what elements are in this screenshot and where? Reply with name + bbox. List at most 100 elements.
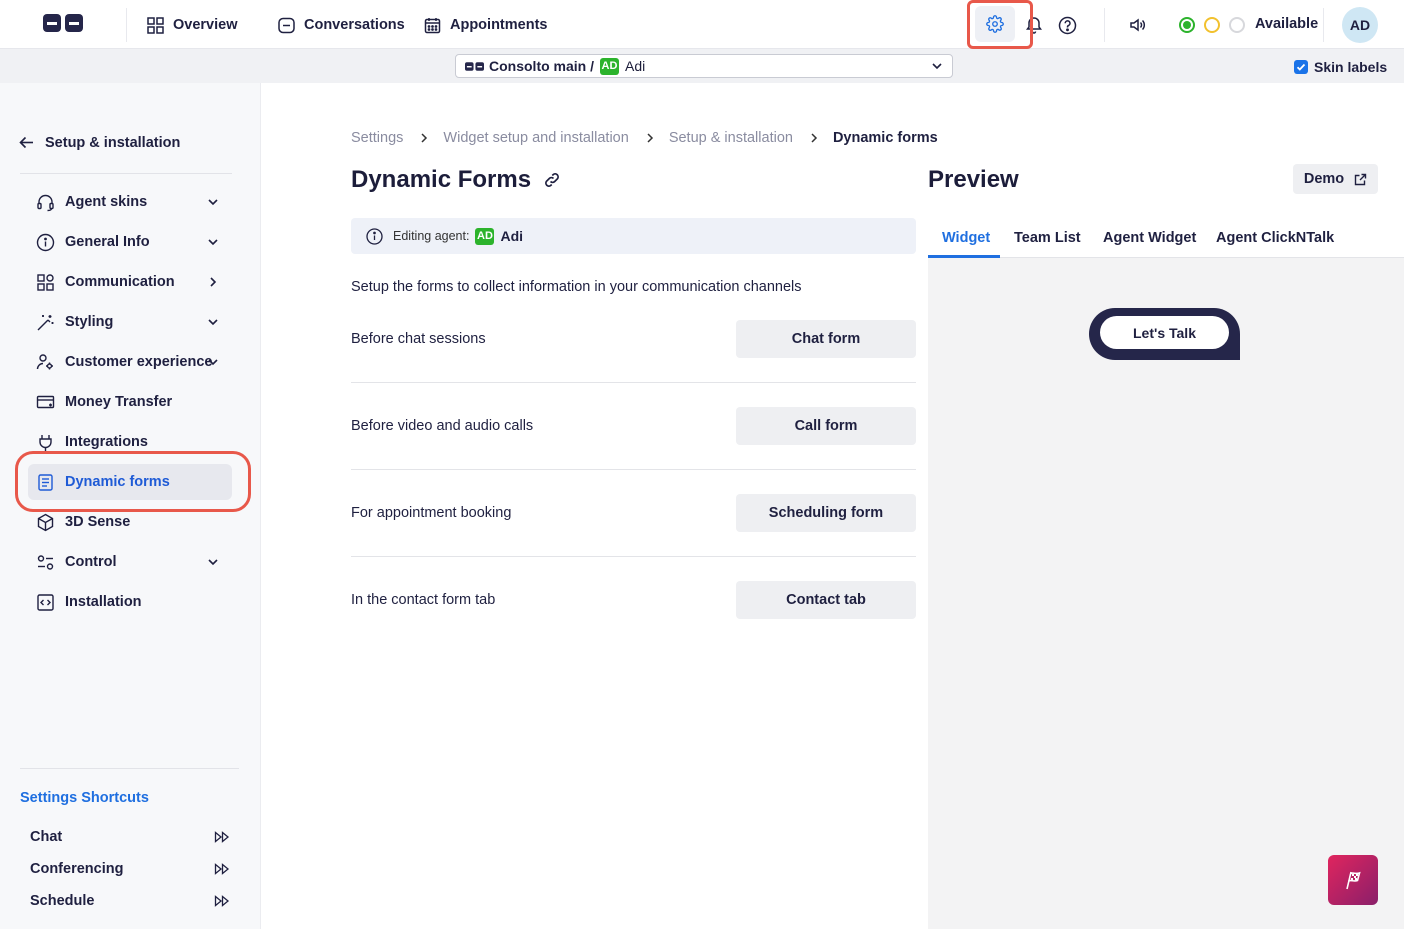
sidebar-item-communication[interactable]: Communication [28, 264, 232, 300]
chevron-right-icon [645, 132, 655, 144]
checkered-flag-icon [1342, 869, 1364, 891]
editing-agent-notice: Editing agent: AD Adi [351, 218, 916, 254]
breadcrumb-settings[interactable]: Settings [351, 130, 403, 146]
nav-appointments[interactable]: Appointments [424, 14, 547, 36]
form-row-label: For appointment booking [351, 505, 512, 521]
chevron-down-icon[interactable] [204, 553, 222, 571]
chevron-down-icon[interactable] [204, 233, 222, 251]
arrow-left-icon [18, 134, 35, 151]
settings-sidebar: Setup & installation Agent skins General… [0, 83, 261, 929]
breadcrumb-widget-setup[interactable]: Widget setup and installation [443, 130, 628, 146]
page-title-text: Dynamic Forms [351, 166, 532, 193]
agent-bar: Consolto main / AD Adi Skin labels [0, 49, 1404, 83]
divider [1323, 8, 1324, 42]
divider [1104, 8, 1105, 42]
form-row-label: In the contact form tab [351, 592, 496, 608]
calendar-icon [424, 17, 441, 34]
toggle-icon [36, 553, 55, 572]
lets-talk-button[interactable]: Let's Talk [1100, 316, 1229, 349]
chat-form-button[interactable]: Chat form [736, 320, 916, 358]
form-row-label: Before video and audio calls [351, 418, 534, 434]
chevron-down-icon[interactable] [204, 193, 222, 211]
speaker-icon[interactable] [1127, 15, 1147, 35]
consolto-logo [465, 61, 484, 71]
bell-icon[interactable] [1024, 15, 1044, 35]
cube-icon [36, 513, 55, 532]
tab-widget[interactable]: Widget [942, 218, 990, 258]
nav-label: Overview [173, 17, 238, 33]
divider [351, 469, 916, 470]
plug-icon [36, 433, 55, 452]
divider [351, 382, 916, 383]
sidebar-item-3d-sense[interactable]: 3D Sense [28, 504, 232, 540]
back-label: Setup & installation [45, 134, 181, 151]
back-button[interactable]: Setup & installation [18, 134, 180, 151]
settings-button[interactable] [975, 6, 1015, 42]
sidebar-item-integrations[interactable]: Integrations [28, 424, 232, 460]
breadcrumb-setup-installation[interactable]: Setup & installation [669, 130, 793, 146]
consolto-logo[interactable] [43, 14, 83, 32]
status-away-radio[interactable] [1204, 17, 1220, 33]
tab-agent-widget[interactable]: Agent Widget [1103, 218, 1196, 258]
sidebar-item-customer-experience[interactable]: Customer experience [28, 344, 232, 380]
info-icon [36, 233, 55, 252]
code-icon [36, 593, 55, 612]
sidebar-item-label: Agent skins [65, 194, 148, 210]
shortcut-conferencing[interactable]: Conferencing [30, 861, 230, 877]
fast-forward-icon [214, 895, 230, 907]
chevron-right-icon[interactable] [204, 273, 222, 291]
avatar[interactable]: AD [1342, 7, 1378, 43]
form-row-call: Before video and audio calls Call form [351, 407, 916, 445]
sidebar-item-label: General Info [65, 234, 150, 250]
grid-icon [147, 16, 164, 34]
chevron-down-icon[interactable] [204, 353, 222, 371]
nav-label: Conversations [304, 17, 405, 33]
sidebar-item-dynamic-forms[interactable]: Dynamic forms [28, 464, 232, 500]
nav-conversations[interactable]: Conversations [278, 14, 405, 36]
sidebar-item-label: Communication [65, 274, 175, 290]
skin-labels-toggle[interactable]: Skin labels [1294, 59, 1387, 75]
sidebar-item-label: Control [65, 554, 117, 570]
breadcrumb: Settings Widget setup and installation S… [351, 130, 938, 146]
sidebar-item-label: Styling [65, 314, 114, 330]
skin-labels-label: Skin labels [1314, 59, 1388, 75]
headset-icon [36, 193, 55, 212]
contact-tab-button[interactable]: Contact tab [736, 581, 916, 619]
tab-team-list[interactable]: Team List [1014, 218, 1081, 258]
onboarding-button[interactable] [1328, 855, 1378, 905]
card-icon [36, 393, 55, 412]
form-row-scheduling: For appointment booking Scheduling form [351, 494, 916, 532]
sidebar-item-money-transfer[interactable]: Money Transfer [28, 384, 232, 420]
tab-agent-clickntalk[interactable]: Agent ClickNTalk [1216, 218, 1334, 258]
sidebar-item-general-info[interactable]: General Info [28, 224, 232, 260]
sidebar-item-installation[interactable]: Installation [28, 584, 232, 620]
chat-icon [278, 17, 295, 34]
shortcut-label: Chat [30, 829, 63, 845]
skin-labels-checkbox[interactable] [1294, 60, 1308, 74]
shortcut-chat[interactable]: Chat [30, 829, 230, 845]
intro-text: Setup the forms to collect information i… [351, 279, 802, 295]
scheduling-form-button[interactable]: Scheduling form [736, 494, 916, 532]
sidebar-item-control[interactable]: Control [28, 544, 232, 580]
nav-overview[interactable]: Overview [147, 14, 238, 36]
agent-selector[interactable]: Consolto main / AD Adi [455, 54, 953, 78]
demo-label: Demo [1303, 171, 1345, 187]
shortcut-schedule[interactable]: Schedule [30, 893, 230, 909]
sidebar-item-agent-skins[interactable]: Agent skins [28, 184, 232, 220]
preview-tabs: Widget Team List Agent Widget Agent Clic… [928, 218, 1404, 258]
gear-icon [986, 15, 1004, 33]
divider [351, 556, 916, 557]
status-offline-radio[interactable] [1229, 17, 1245, 33]
help-icon[interactable] [1057, 15, 1077, 35]
chevron-down-icon[interactable] [204, 313, 222, 331]
sidebar-item-label: 3D Sense [65, 514, 131, 530]
sidebar-item-styling[interactable]: Styling [28, 304, 232, 340]
shortcuts-title: Settings Shortcuts [20, 790, 149, 806]
status-online-radio[interactable] [1179, 17, 1195, 33]
shortcut-label: Schedule [30, 893, 95, 909]
breadcrumb-current: Dynamic forms [832, 130, 938, 146]
form-icon [36, 473, 55, 492]
link-icon[interactable] [543, 171, 561, 189]
demo-button[interactable]: Demo [1293, 164, 1378, 194]
call-form-button[interactable]: Call form [736, 407, 916, 445]
